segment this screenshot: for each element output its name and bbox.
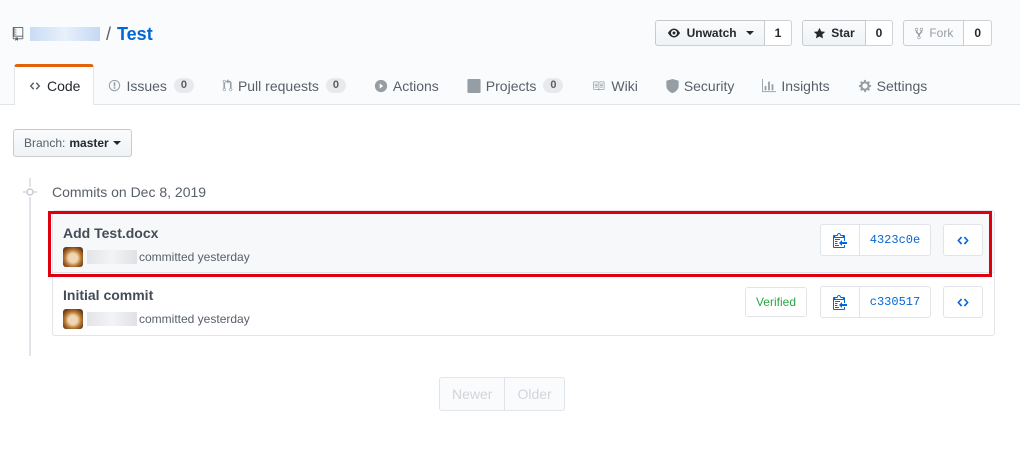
repo-title: / Test [12, 22, 153, 46]
commit-sha-link[interactable]: c330517 [860, 286, 931, 318]
branch-name: master [69, 136, 109, 150]
star-icon [813, 27, 826, 40]
browse-repo-button[interactable] [943, 224, 983, 256]
sha-button-group: c330517 [820, 286, 931, 318]
newer-button[interactable]: Newer [439, 377, 506, 411]
code-icon [956, 234, 970, 247]
shield-icon [666, 78, 679, 93]
tab-projects[interactable]: Projects 0 [453, 64, 578, 104]
tab-wiki[interactable]: Wiki [577, 64, 651, 104]
copy-sha-button[interactable] [820, 224, 860, 256]
star-button[interactable]: Star [802, 20, 866, 46]
tab-actions-label: Actions [392, 77, 439, 94]
clipboard-icon [833, 294, 847, 310]
commit-author-link[interactable] [87, 250, 137, 264]
pull-requests-counter: 0 [325, 77, 346, 94]
fork-label: Fork [929, 26, 954, 40]
commit-group-title: Commits on Dec 8, 2019 [52, 184, 207, 200]
tab-projects-label: Projects [485, 77, 537, 94]
graph-icon [762, 78, 777, 93]
commit-list: Add Test.docx committed yesterday 4323c0… [52, 210, 995, 336]
branch-prefix: Branch: [24, 136, 66, 150]
unwatch-label: Unwatch [686, 26, 737, 40]
chevron-down-icon [745, 31, 754, 35]
gear-icon [858, 79, 872, 93]
star-count[interactable]: 0 [865, 20, 894, 46]
tab-pull-requests[interactable]: Pull requests 0 [208, 64, 360, 104]
repo-path-separator: / [106, 23, 112, 44]
tab-code[interactable]: Code [14, 64, 95, 105]
avatar[interactable] [63, 309, 83, 329]
fork-button[interactable]: Fork [903, 20, 965, 46]
repo-icon [12, 27, 24, 41]
commit-time: committed yesterday [139, 250, 250, 264]
issues-counter: 0 [173, 77, 194, 94]
repo-nav-tabs: Code Issues 0 Pull requests 0 Actions Pr… [14, 64, 942, 105]
branch-select-button[interactable]: Branch: master [13, 129, 132, 157]
verified-badge[interactable]: Verified [744, 287, 807, 317]
repo-header: / Test Unwatch 1 Star 0 Fork 0 Code Issu… [0, 0, 1020, 105]
code-icon [956, 296, 970, 309]
copy-sha-button[interactable] [820, 286, 860, 318]
watch-count[interactable]: 1 [764, 20, 793, 46]
browse-repo-button[interactable] [943, 286, 983, 318]
pagehead-actions: Unwatch 1 Star 0 Fork 0 [654, 20, 1020, 46]
fork-icon [914, 27, 924, 40]
older-button[interactable]: Older [505, 377, 565, 411]
pagination: Newer Older [439, 377, 565, 411]
avatar[interactable] [63, 247, 83, 267]
code-icon [28, 80, 42, 92]
repo-owner-link[interactable] [30, 27, 100, 41]
commit-message-link[interactable]: Add Test.docx [63, 225, 158, 241]
tab-wiki-label: Wiki [611, 77, 638, 94]
commit-sha-link[interactable]: 4323c0e [860, 224, 931, 256]
star-button-group: Star 0 [802, 20, 894, 46]
tab-issues[interactable]: Issues 0 [94, 64, 207, 104]
tab-actions[interactable]: Actions [360, 64, 453, 104]
chevron-down-icon [112, 141, 121, 145]
tab-issues-label: Issues [126, 77, 167, 94]
commit-message-link[interactable]: Initial commit [63, 287, 153, 303]
eye-icon [666, 27, 682, 39]
commit-time: committed yesterday [139, 312, 250, 326]
commit-meta: committed yesterday [63, 309, 250, 329]
commit-timeline-icon [22, 187, 38, 197]
fork-button-group: Fork 0 [903, 20, 992, 46]
tab-pull-requests-label: Pull requests [237, 77, 319, 94]
play-icon [374, 79, 388, 93]
fork-count[interactable]: 0 [964, 20, 992, 46]
commit-meta: committed yesterday [63, 247, 250, 267]
tab-settings[interactable]: Settings [844, 64, 942, 104]
pull-request-icon [222, 79, 233, 92]
tab-security[interactable]: Security [652, 64, 749, 104]
timeline-line [29, 178, 31, 356]
commit-actions: 4323c0e [820, 224, 983, 256]
tab-security-label: Security [683, 77, 735, 94]
tab-settings-label: Settings [876, 77, 928, 94]
commit-actions: Verified c330517 [744, 286, 983, 318]
projects-counter: 0 [543, 77, 564, 94]
clipboard-icon [833, 232, 847, 248]
star-label: Star [831, 26, 855, 40]
issue-icon [108, 79, 121, 92]
sha-button-group: 4323c0e [820, 224, 931, 256]
commit-row: Add Test.docx committed yesterday 4323c0… [53, 211, 994, 273]
book-icon [591, 80, 606, 92]
watch-button-group: Unwatch 1 [654, 20, 793, 46]
tab-insights-label: Insights [781, 77, 830, 94]
commit-author-link[interactable] [87, 312, 137, 326]
repo-name-link[interactable]: Test [117, 24, 153, 45]
commit-row: Initial commit committed yesterday Verif… [53, 273, 994, 335]
tab-insights[interactable]: Insights [748, 64, 843, 104]
project-icon [467, 78, 481, 93]
tab-code-label: Code [47, 78, 81, 94]
unwatch-button[interactable]: Unwatch [654, 20, 765, 46]
